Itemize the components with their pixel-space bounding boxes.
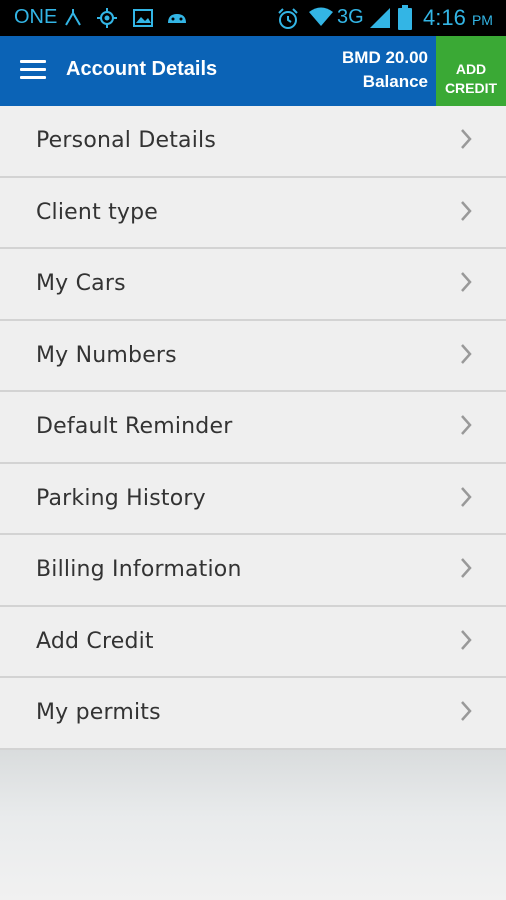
chevron-right-icon bbox=[461, 486, 472, 507]
add-credit-button[interactable]: ADD CREDIT bbox=[436, 36, 506, 106]
balance-display: BMD 20.00 Balance bbox=[342, 46, 428, 94]
chevron-right-icon bbox=[461, 272, 472, 292]
chevron-right-icon bbox=[461, 200, 472, 221]
alarm-icon bbox=[278, 8, 298, 29]
background-image-area bbox=[0, 750, 506, 900]
carrier-label: ONE bbox=[14, 6, 58, 28]
menu-item-label: Parking History bbox=[36, 485, 206, 511]
menu-item-label: Default Reminder bbox=[36, 414, 233, 439]
clock: 4:16 PM bbox=[423, 5, 493, 31]
menu-item-add-credit[interactable]: Add Credit bbox=[0, 606, 506, 678]
chevron-right-icon bbox=[461, 343, 472, 364]
menu-item-billing-information[interactable]: Billing Information bbox=[0, 535, 506, 607]
menu-item-label: Personal Details bbox=[36, 128, 216, 153]
chevron-right-icon bbox=[461, 629, 472, 650]
status-bar: ONE 3G 4:16 PM bbox=[0, 0, 506, 36]
chevron-right-icon bbox=[461, 701, 472, 721]
add-credit-label-line1: ADD bbox=[455, 61, 487, 77]
hamburger-menu-icon[interactable] bbox=[20, 60, 46, 80]
android-icon bbox=[168, 14, 186, 23]
menu-item-default-reminder[interactable]: Default Reminder bbox=[0, 392, 506, 464]
menu-item-my-numbers[interactable]: My Numbers bbox=[0, 320, 506, 392]
balance-label: Balance bbox=[362, 72, 428, 91]
clock-time: 4:16 bbox=[423, 5, 466, 30]
signal-icon bbox=[370, 8, 390, 28]
menu-item-label: Add Credit bbox=[36, 628, 154, 654]
clock-ampm: PM bbox=[471, 12, 493, 28]
page-title: Account Details bbox=[66, 58, 218, 80]
menu-item-my-permits[interactable]: My permits bbox=[0, 678, 506, 750]
menu-item-label: Client type bbox=[36, 199, 159, 225]
chevron-right-icon bbox=[461, 558, 472, 578]
menu-item-label: My permits bbox=[36, 700, 161, 725]
menu-item-client-type[interactable]: Client type bbox=[0, 177, 506, 249]
wifi-icon bbox=[309, 7, 333, 26]
image-icon bbox=[133, 9, 153, 27]
chevron-right-icon bbox=[461, 129, 472, 149]
usb-icon bbox=[65, 9, 81, 26]
chevron-right-icon bbox=[461, 415, 472, 435]
menu-item-personal-details[interactable]: Personal Details bbox=[0, 106, 506, 178]
add-credit-label-line2: CREDIT bbox=[444, 80, 498, 96]
menu-item-label: My Cars bbox=[36, 271, 126, 296]
menu-item-label: My Numbers bbox=[36, 342, 177, 368]
menu-item-parking-history[interactable]: Parking History bbox=[0, 463, 506, 535]
network-type-label: 3G bbox=[337, 6, 364, 28]
gps-icon bbox=[97, 8, 117, 28]
menu-item-my-cars[interactable]: My Cars bbox=[0, 249, 506, 321]
balance-amount: BMD 20.00 bbox=[342, 48, 428, 67]
app-bar: Account Details BMD 20.00 Balance ADD CR… bbox=[0, 36, 506, 106]
account-menu-list: Personal Details Client type My Cars My … bbox=[0, 106, 506, 750]
menu-item-label: Billing Information bbox=[36, 557, 242, 582]
battery-icon bbox=[398, 5, 412, 30]
